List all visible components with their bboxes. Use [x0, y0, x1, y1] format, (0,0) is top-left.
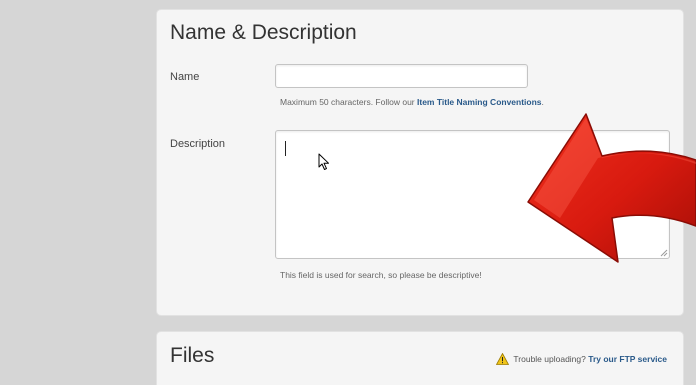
ftp-service-link[interactable]: Try our FTP service: [588, 354, 667, 364]
text-caret: [285, 141, 286, 156]
description-label: Description: [170, 138, 226, 150]
name-help-text: Maximum 50 characters. Follow our Item T…: [280, 97, 544, 107]
warning-icon: [496, 353, 510, 365]
trouble-text: Trouble uploading?: [513, 354, 586, 364]
files-panel: Files Trouble uploading? Try our FTP ser…: [157, 332, 683, 385]
name-help-suffix: .: [541, 97, 544, 107]
description-help-text: This field is used for search, so please…: [280, 270, 482, 280]
mouse-pointer-icon: [318, 153, 329, 170]
naming-conventions-link[interactable]: Item Title Naming Conventions: [417, 97, 542, 107]
page: Name & Description Name Maximum 50 chara…: [0, 0, 696, 385]
red-arrow-icon: [527, 113, 696, 263]
name-input[interactable]: [275, 64, 528, 88]
section-title-files: Files: [170, 344, 215, 367]
section-title-name-description: Name & Description: [170, 21, 357, 44]
upload-trouble-notice: Trouble uploading? Try our FTP service: [496, 353, 667, 365]
name-help-prefix: Maximum 50 characters. Follow our: [280, 97, 417, 107]
name-label: Name: [170, 71, 200, 83]
